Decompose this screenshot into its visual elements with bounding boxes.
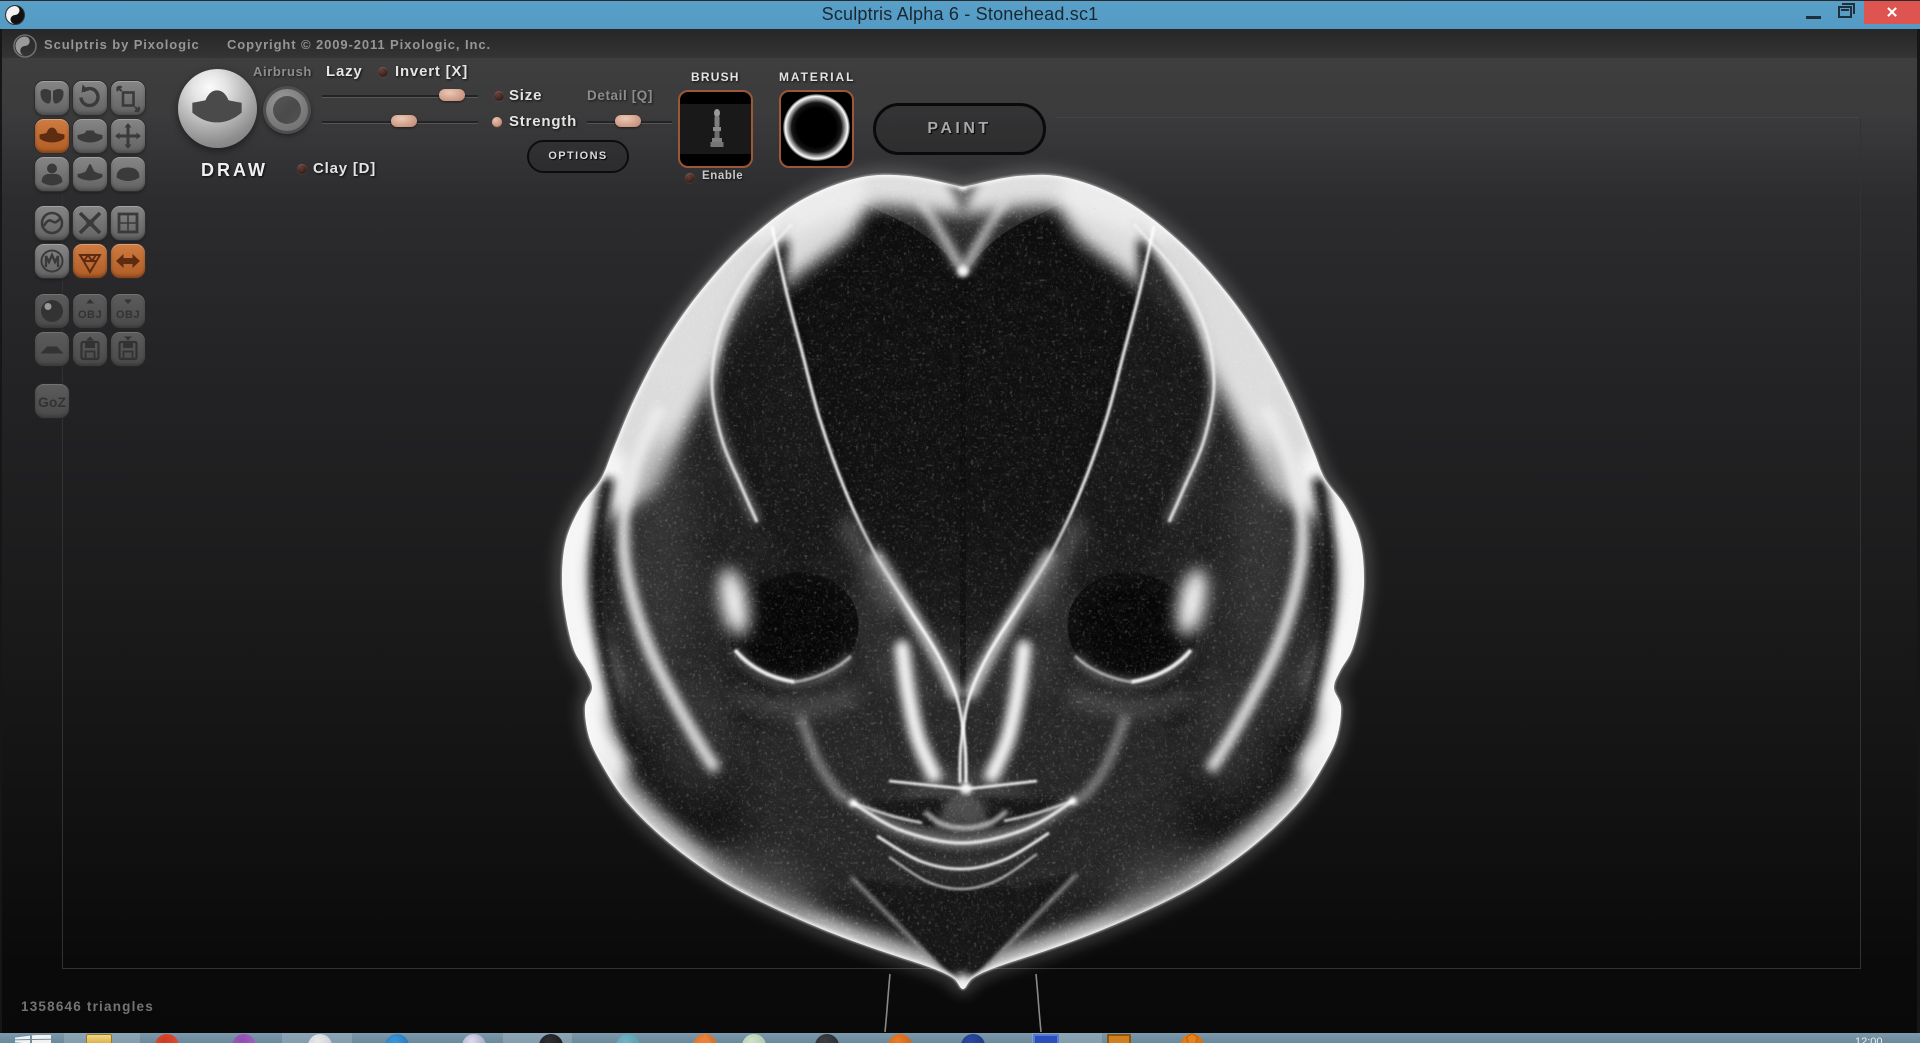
svg-text:GoZ: GoZ <box>38 394 66 410</box>
svg-text:OBJ: OBJ <box>78 309 102 321</box>
svg-text:OBJ: OBJ <box>116 309 140 321</box>
